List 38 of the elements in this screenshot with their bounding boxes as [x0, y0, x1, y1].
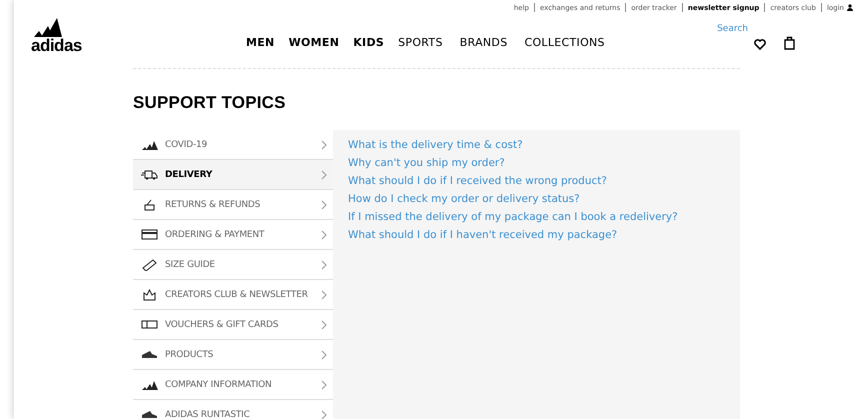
shoe-icon: [141, 410, 158, 419]
person-icon: [847, 4, 853, 11]
page-heading: SUPPORT TOPICS: [133, 93, 287, 113]
shoe-icon: [141, 350, 158, 360]
chevron-right-icon: [321, 140, 327, 150]
question-link[interactable]: What should I do if I received the wrong product?: [348, 175, 725, 188]
card-icon: [141, 229, 158, 240]
chevron-right-icon: [321, 410, 327, 419]
chevron-right-icon: [321, 260, 327, 270]
chevron-right-icon: [321, 290, 327, 300]
chevron-right-icon: [321, 350, 327, 360]
nav-link[interactable]: BRANDS: [460, 36, 508, 48]
chevron-right-icon: [321, 320, 327, 330]
heart-icon[interactable]: [754, 39, 766, 50]
question-link[interactable]: What is the delivery time & cost?: [348, 139, 725, 152]
truck-icon: [141, 169, 158, 180]
question-link[interactable]: How do I check my order or delivery status?: [348, 193, 725, 206]
bag-icon[interactable]: [784, 36, 795, 50]
nav-link[interactable]: SPORTS: [398, 36, 443, 48]
chevron-right-icon: [321, 230, 327, 240]
question-link[interactable]: If I missed the delivery of my package can I book a redelivery?: [348, 211, 725, 224]
search-link[interactable]: Search: [717, 24, 748, 34]
nav-link[interactable]: KIDS: [353, 36, 384, 48]
logo-icon: [141, 378, 158, 390]
chevron-right-icon: [321, 170, 327, 180]
ruler-icon: [141, 258, 158, 270]
chevron-right-icon: [321, 200, 327, 210]
question-link[interactable]: What should I do if I haven't received my package?: [348, 229, 725, 242]
nav-link[interactable]: COLLECTIONS: [524, 36, 605, 48]
chevron-right-icon: [321, 380, 327, 390]
nav-link[interactable]: WOMEN: [288, 36, 340, 48]
nav-link[interactable]: MEN: [246, 36, 275, 48]
question-link[interactable]: Why can't you ship my order?: [348, 157, 725, 170]
topic-item[interactable]: DELIVERY: [133, 160, 333, 190]
crown-icon: [141, 288, 158, 301]
ticket-icon: [141, 319, 158, 330]
logo-wordmark[interactable]: adidas: [31, 37, 82, 54]
logo-icon: [141, 138, 158, 150]
